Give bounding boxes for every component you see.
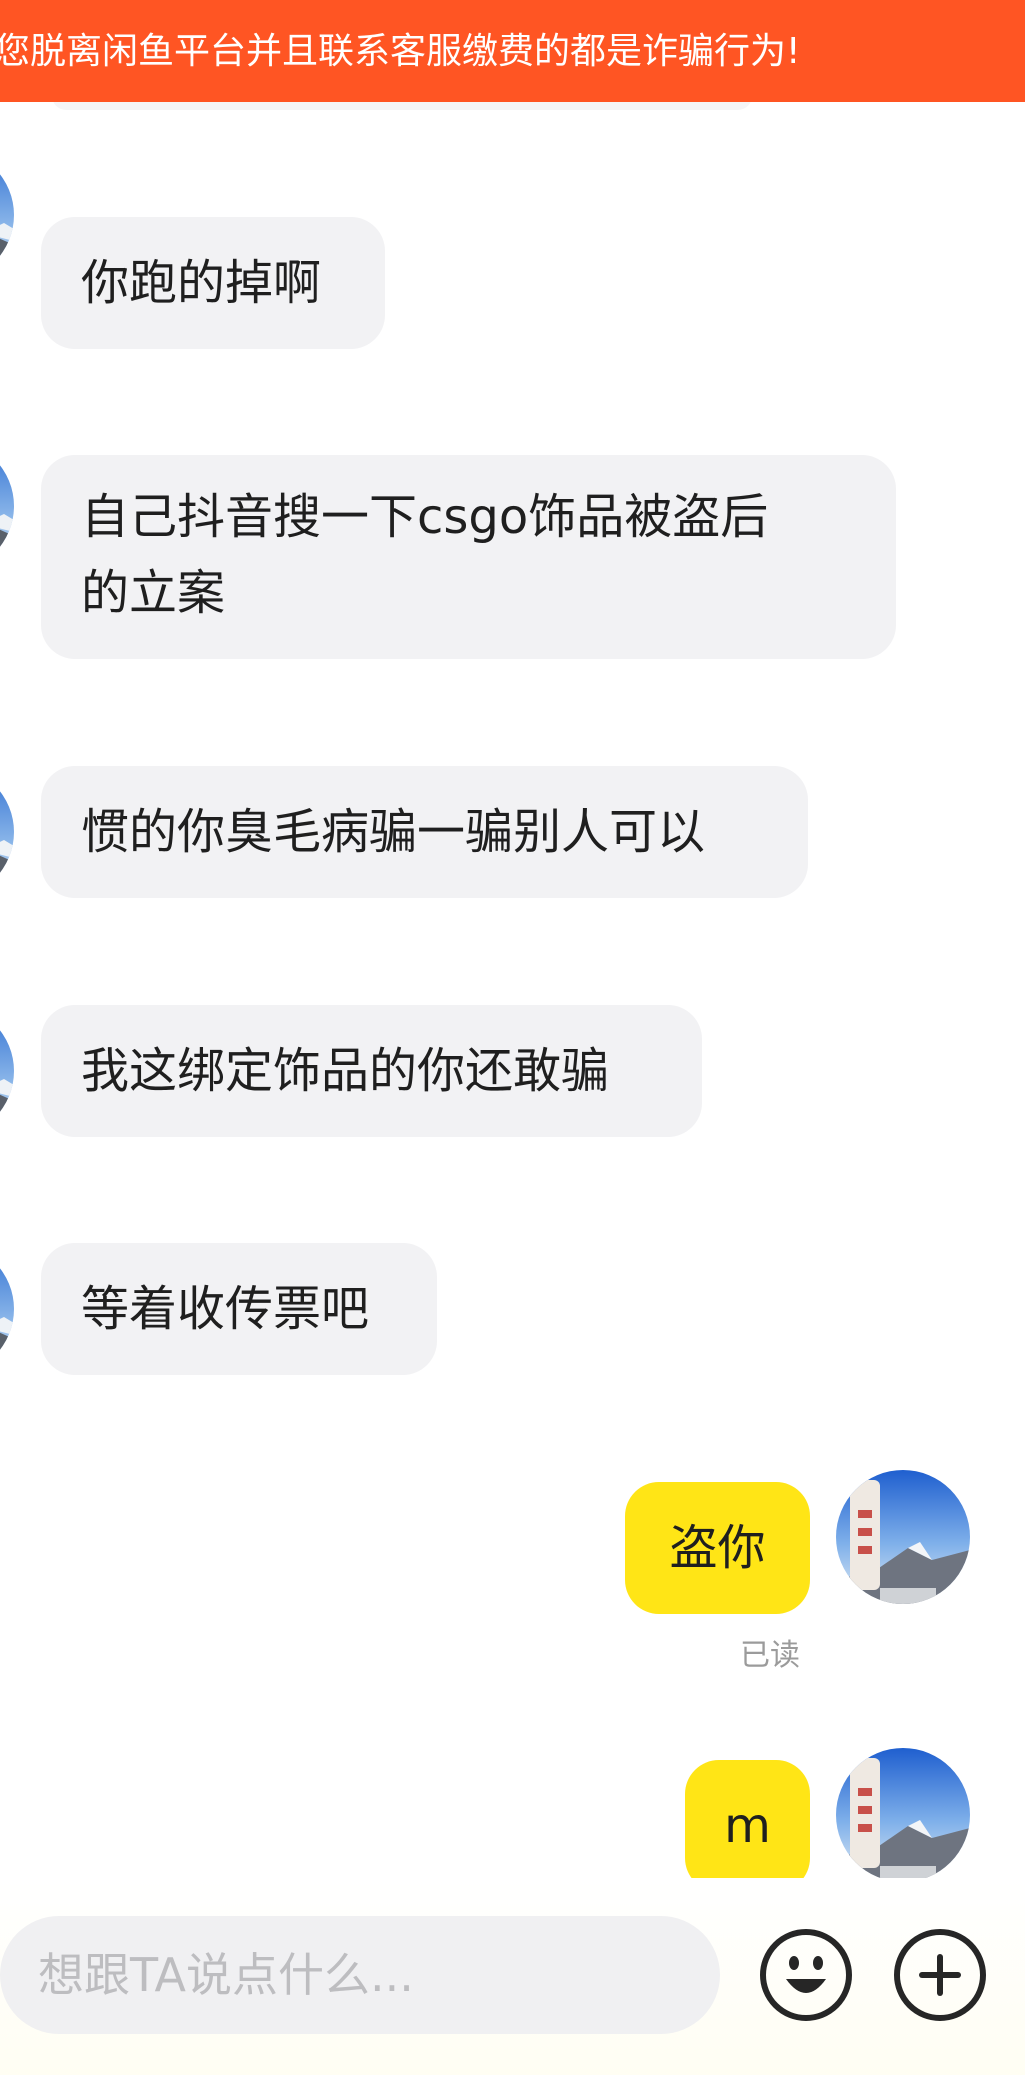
chat-screen: 您脱离闲鱼平台并且联系客服缴费的都是诈骗行为! 你跑的掉啊 自己抖音搜一下csg… [0,0,1025,2075]
incoming-message-bubble[interactable]: 自己抖音搜一下csgo饰品被盗后 的立案 [41,455,896,659]
my-avatar[interactable] [836,1748,970,1882]
contact-avatar[interactable] [0,766,14,898]
outgoing-message-bubble[interactable]: 盗你 [625,1482,810,1614]
my-avatar[interactable] [836,1470,970,1604]
message-input[interactable] [0,1916,720,2034]
contact-avatar[interactable] [0,1005,14,1137]
more-button[interactable] [894,1929,986,2021]
message-text: m [724,1798,771,1854]
emoji-icon [786,1956,826,1993]
contact-avatar[interactable] [0,440,14,572]
message-text: 惯的你臭毛病骗一骗别人可以 [81,804,706,860]
contact-avatar[interactable] [0,149,14,281]
incoming-message-bubble[interactable]: 等着收传票吧 [41,1243,437,1375]
message-text: 盗你 [669,1520,766,1576]
message-text: 你跑的掉啊 [81,255,322,311]
read-status: 已读 [740,1638,800,1673]
fraud-warning-banner: 您脱离闲鱼平台并且联系客服缴费的都是诈骗行为! [0,0,1025,102]
incoming-message-bubble[interactable]: 惯的你臭毛病骗一骗别人可以 [41,766,808,898]
incoming-message-bubble[interactable]: 我这绑定饰品的你还敢骗 [41,1005,702,1137]
message-text-line: 自己抖音搜一下csgo饰品被盗后 [81,489,769,545]
message-text-line: 的立案 [81,565,226,621]
plus-icon [919,1954,961,1996]
fraud-warning-text: 您脱离闲鱼平台并且联系客服缴费的都是诈骗行为! [0,31,801,72]
emoji-button[interactable] [760,1929,852,2021]
outgoing-message-bubble[interactable]: m [685,1760,810,1892]
incoming-message-bubble[interactable]: 你跑的掉啊 [41,217,385,349]
message-text: 等着收传票吧 [81,1281,370,1337]
contact-avatar[interactable] [0,1243,14,1375]
message-text: 我这绑定饰品的你还敢骗 [81,1043,610,1099]
